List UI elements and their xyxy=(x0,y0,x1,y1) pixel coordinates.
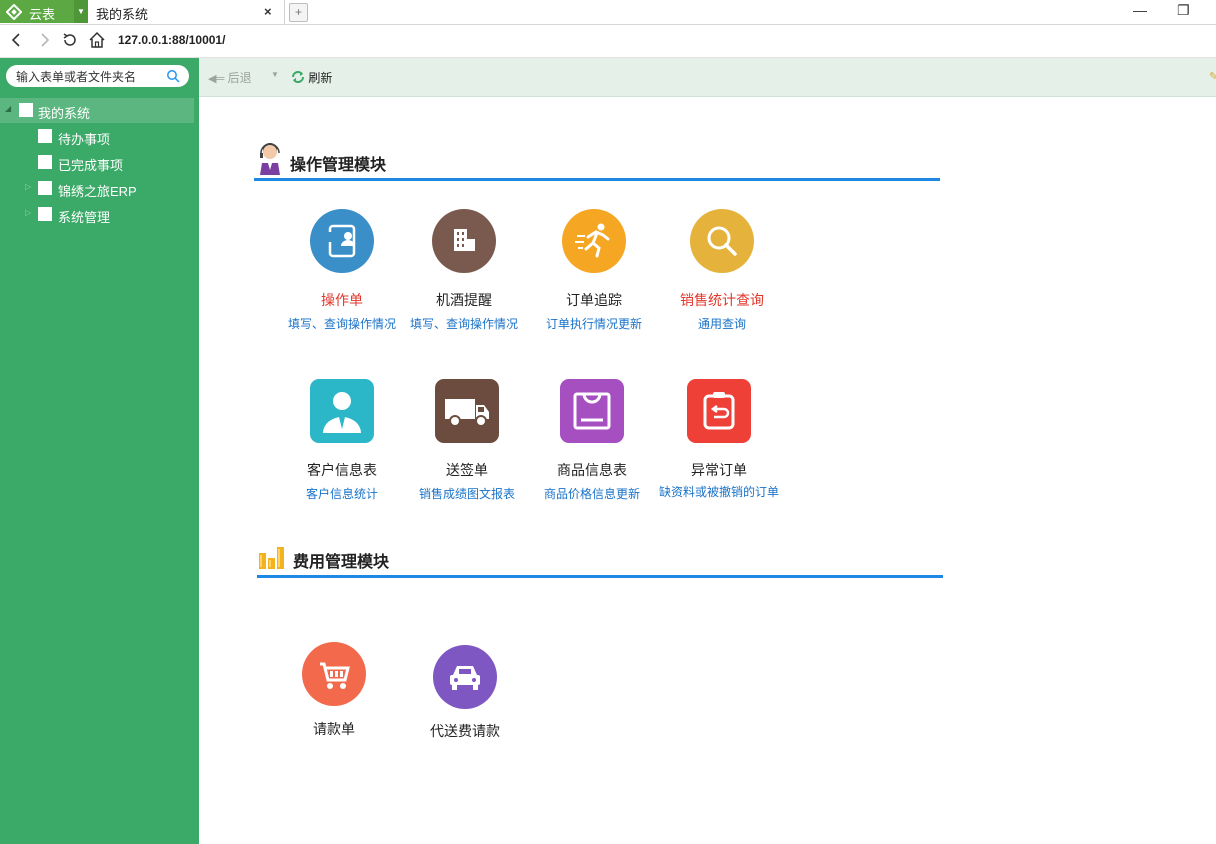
back-label: 后退 xyxy=(227,71,252,85)
collapsed-triangle-icon[interactable]: ▷ xyxy=(25,208,31,217)
left-arrow-icon: ◀═ xyxy=(208,73,225,85)
chevron-down-icon[interactable]: ▼ xyxy=(271,70,279,79)
refresh-icon xyxy=(292,71,304,83)
tile-flight-hotel-reminder[interactable]: 机酒提醒 填写、查询操作情况 xyxy=(399,209,529,334)
tile-abnormal-order[interactable]: 异常订单 缺资料或被撤销的订单 xyxy=(654,379,784,504)
tile-customer-info[interactable]: 客户信息表 客户信息统计 xyxy=(277,379,407,504)
tile-order-tracking[interactable]: 订单追踪 订单执行情况更新 xyxy=(529,209,659,334)
sidebar-item-todo[interactable]: 待办事项 xyxy=(38,126,188,148)
sidebar-item-done[interactable]: 已完成事项 xyxy=(38,152,188,174)
tree-node-label: 我的系统 xyxy=(38,106,91,121)
new-tab-button[interactable]: + xyxy=(289,3,308,22)
tab-strip: 云表 ▼ 我的系统 × + — ❐ xyxy=(0,0,1216,25)
checkbox[interactable] xyxy=(38,181,52,195)
expand-triangle-icon[interactable]: ◢ xyxy=(5,104,11,113)
search-placeholder: 输入表单或者文件夹名 xyxy=(16,70,137,84)
truck-icon xyxy=(435,379,499,443)
sidebar-item-erp[interactable]: ▷ 锦绣之旅ERP xyxy=(25,178,190,200)
checkbox[interactable] xyxy=(38,155,52,169)
toolbar: ◀═ 后退 ▼ 刷新 ✎ xyxy=(199,58,1216,97)
section-divider xyxy=(257,575,943,578)
tree-node-label: 系统管理 xyxy=(58,210,111,225)
reload-icon[interactable] xyxy=(61,31,79,49)
car-icon xyxy=(433,645,497,709)
tile-name: 商品信息表 xyxy=(557,462,627,478)
shopping-bag-icon xyxy=(560,379,624,443)
chevron-down-icon[interactable]: ▼ xyxy=(74,0,88,23)
tile-product-info[interactable]: 商品信息表 商品价格信息更新 xyxy=(527,379,657,504)
search-icon[interactable] xyxy=(166,69,180,83)
brand-label: 云表 xyxy=(29,7,56,22)
tile-name: 异常订单 xyxy=(691,462,747,478)
running-man-icon xyxy=(562,209,626,273)
back-button[interactable]: ◀═ 后退 xyxy=(208,69,252,86)
tile-sales-stats-query[interactable]: 销售统计查询 通用查询 xyxy=(657,209,787,334)
checkbox[interactable] xyxy=(19,103,33,117)
tree-node-label: 已完成事项 xyxy=(58,158,124,173)
url-field[interactable]: 127.0.0.1:88/10001/ xyxy=(118,33,225,47)
refresh-button[interactable]: 刷新 xyxy=(291,69,332,86)
tab-title: 我的系统 xyxy=(96,7,149,22)
collapsed-triangle-icon[interactable]: ▷ xyxy=(25,182,31,191)
section-divider xyxy=(254,178,940,181)
tile-operation-form[interactable]: 操作单 填写、查询操作情况 xyxy=(277,209,407,334)
tile-desc: 填写、查询操作情况 xyxy=(409,317,518,331)
forward-arrow-icon[interactable] xyxy=(35,31,53,49)
tile-name: 代送费请款 xyxy=(430,723,500,739)
shopping-cart-icon xyxy=(302,642,366,706)
checkbox[interactable] xyxy=(38,129,52,143)
pencil-icon[interactable]: ✎ xyxy=(1209,70,1216,83)
section-title-operations: 操作管理模块 xyxy=(290,157,387,174)
tile-name: 客户信息表 xyxy=(307,462,377,478)
tile-desc: 通用查询 xyxy=(697,317,746,331)
home-icon[interactable] xyxy=(88,31,106,49)
tile-name: 送签单 xyxy=(446,462,488,478)
tile-delivery-sign-form[interactable]: 送签单 销售成绩图文报表 xyxy=(402,379,532,504)
tree-node-label: 锦绣之旅ERP xyxy=(58,184,137,199)
diamond-logo-icon xyxy=(6,4,22,20)
user-icon xyxy=(310,379,374,443)
minimize-button[interactable]: — xyxy=(1133,2,1147,18)
tile-name: 销售统计查询 xyxy=(680,292,764,308)
tree-node-label: 待办事项 xyxy=(58,132,111,147)
close-icon[interactable]: × xyxy=(264,4,272,19)
magnifier-icon xyxy=(690,209,754,273)
tile-name: 操作单 xyxy=(321,292,363,308)
tile-name: 请款单 xyxy=(313,721,355,737)
bar-chart-icon xyxy=(259,547,284,569)
brand-menu[interactable]: 云表 ▼ xyxy=(0,0,88,23)
tree-node-root[interactable]: ◢ 我的系统 xyxy=(5,100,195,122)
section-title-expenses: 费用管理模块 xyxy=(293,554,390,571)
building-icon xyxy=(432,209,496,273)
tab-my-system[interactable]: 我的系统 × xyxy=(88,0,285,24)
tile-payment-request[interactable]: 请款单 xyxy=(269,642,399,742)
checkbox[interactable] xyxy=(38,207,52,221)
clipboard-return-icon xyxy=(687,379,751,443)
refresh-label: 刷新 xyxy=(308,71,333,85)
tile-delivery-fee-request[interactable]: 代送费请款 xyxy=(400,645,530,745)
sidebar-item-system-admin[interactable]: ▷ 系统管理 xyxy=(25,204,190,226)
operator-avatar-icon xyxy=(260,143,280,175)
restore-button[interactable]: ❐ xyxy=(1177,2,1190,19)
tile-desc: 缺资料或被撤销的订单 xyxy=(658,485,779,499)
search-input[interactable]: 输入表单或者文件夹名 xyxy=(6,65,189,87)
tile-name: 订单追踪 xyxy=(566,292,622,308)
id-card-icon xyxy=(310,209,374,273)
tile-name: 机酒提醒 xyxy=(436,292,492,308)
sidebar: 输入表单或者文件夹名 ◢ 我的系统 待办事项 已完成事项 ▷ 锦绣之旅ERP ▷… xyxy=(0,58,199,844)
back-arrow-icon[interactable] xyxy=(8,31,26,49)
address-bar: 127.0.0.1:88/10001/ xyxy=(0,25,1216,58)
